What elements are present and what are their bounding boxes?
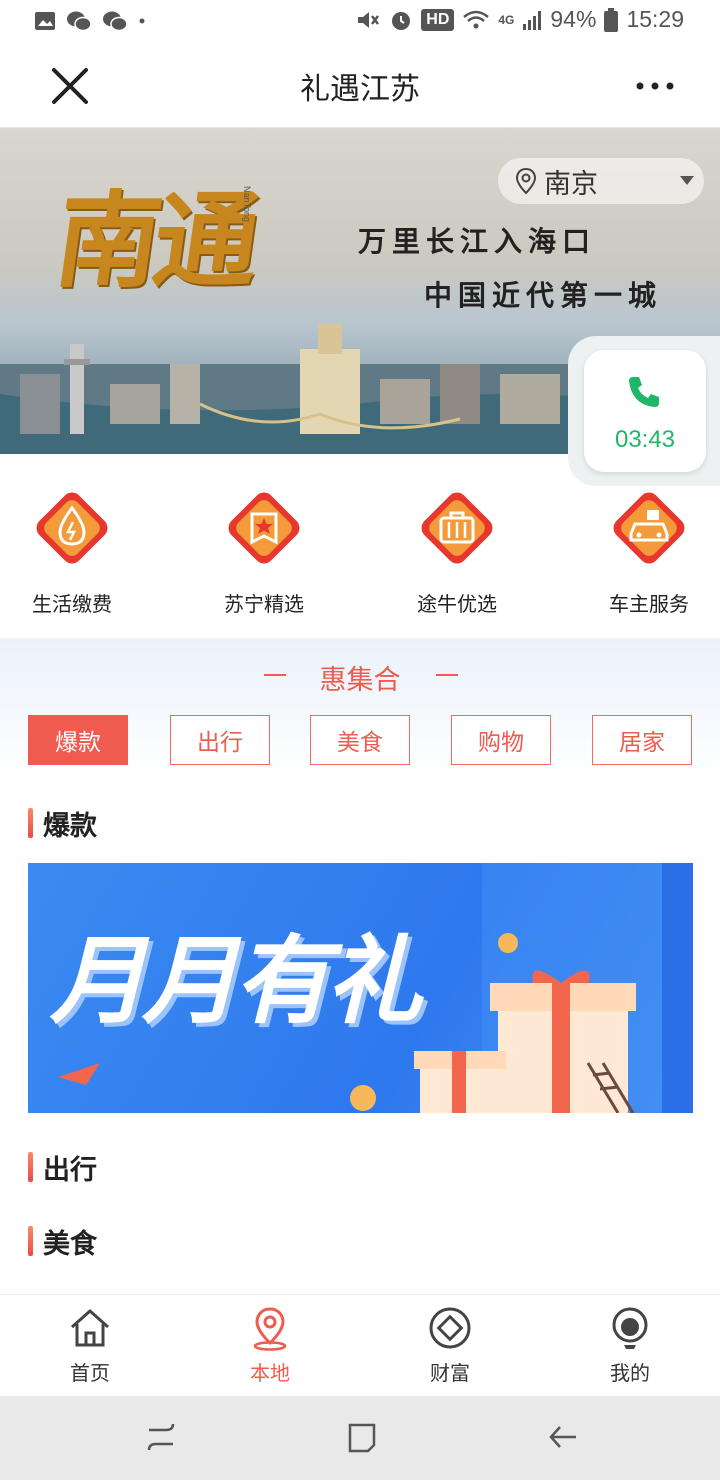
quick-label: 苏宁精选 (224, 592, 304, 616)
app-page: HD 4G 94% 15:29 礼遇江苏 南通 NanTong 万里长江入海口 … (0, 0, 720, 1480)
quick-item-utilities[interactable]: 生活缴费 (2, 480, 142, 617)
deals-title: 惠集合 (319, 665, 401, 696)
location-pin-icon (515, 167, 537, 195)
image-icon (35, 12, 55, 30)
section-title: 爆款 (43, 810, 97, 842)
quick-label: 车主服务 (609, 592, 689, 616)
section-header-hot: 爆款 (28, 806, 97, 842)
recent-apps-icon[interactable] (144, 1420, 178, 1454)
signal-icon (523, 10, 542, 30)
star-badge-icon (228, 492, 300, 564)
bottom-navigation: 首页 本地 财富 我的 (0, 1294, 720, 1396)
tab-travel[interactable]: 出行 (170, 715, 270, 765)
status-right: HD 4G 94% 15:29 (355, 6, 684, 33)
battery-icon (604, 7, 619, 32)
nav-label: 我的 (610, 1361, 650, 1385)
title-dash-right (436, 674, 458, 676)
clock: 15:29 (626, 6, 684, 32)
dot-icon (139, 18, 145, 24)
quick-services: 生活缴费 苏宁精选 途牛优选 车主服务 (0, 472, 720, 632)
back-icon[interactable] (546, 1420, 580, 1454)
section-accent-bar (28, 808, 33, 838)
quick-item-car-service[interactable]: 车主服务 (579, 480, 719, 617)
phone-icon (629, 377, 659, 407)
section-header-food: 美食 (28, 1224, 97, 1260)
home-icon (71, 1309, 109, 1347)
nav-label: 本地 (250, 1361, 290, 1385)
deals-section: 惠集合 爆款 出行 美食 购物 居家 爆款 月月有礼 出行 美食 (0, 638, 720, 1294)
network-label: 4G (498, 12, 515, 27)
tab-home[interactable]: 居家 (592, 715, 692, 765)
wifi-icon (463, 10, 490, 28)
location-selector[interactable]: 南京 (498, 158, 704, 204)
nav-profile[interactable]: 我的 (570, 1305, 690, 1386)
section-header-travel: 出行 (28, 1150, 97, 1186)
title-bar: 礼遇江苏 (0, 42, 720, 128)
call-float-panel[interactable]: 03:43 (568, 336, 720, 486)
wealth-icon (429, 1307, 471, 1349)
banner-city-name: 南通 (48, 179, 262, 302)
car-icon (613, 492, 685, 564)
banner-city-english: NanTong (242, 186, 252, 223)
quick-item-suning[interactable]: 苏宁精选 (194, 480, 334, 617)
mute-icon (358, 11, 380, 28)
home-button-icon[interactable] (345, 1420, 379, 1454)
chevron-down-icon (680, 176, 694, 185)
tab-food[interactable]: 美食 (310, 715, 410, 765)
promo-banner[interactable]: 月月有礼 (28, 863, 693, 1113)
tab-shopping[interactable]: 购物 (451, 715, 551, 765)
quick-label: 生活缴费 (32, 592, 112, 616)
nav-wealth[interactable]: 财富 (390, 1305, 510, 1386)
nav-label: 首页 (70, 1361, 110, 1385)
alarm-icon (392, 11, 411, 30)
page-title: 礼遇江苏 (300, 72, 420, 107)
quick-label: 途牛优选 (417, 592, 497, 616)
promo-title: 月月有礼 (50, 925, 422, 1037)
banner-slogan-line1: 万里长江入海口 (358, 225, 597, 258)
more-menu-button[interactable] (630, 68, 680, 104)
section-accent-bar (28, 1152, 33, 1182)
section-title: 美食 (43, 1228, 97, 1260)
system-navigation-bar (0, 1396, 720, 1480)
nav-local[interactable]: 本地 (210, 1305, 330, 1386)
wechat-icon (67, 11, 92, 32)
nav-home[interactable]: 首页 (30, 1305, 150, 1386)
section-accent-bar (28, 1226, 33, 1256)
wechat-icon-2 (103, 11, 128, 32)
hd-badge: HD (421, 8, 455, 31)
banner-slogan-line2: 中国近代第一城 (424, 279, 663, 312)
quick-item-tuniu[interactable]: 途牛优选 (387, 480, 527, 617)
nav-label: 财富 (430, 1361, 470, 1385)
drop-icon (36, 492, 108, 564)
location-label: 南京 (544, 168, 598, 200)
call-duration: 03:43 (614, 426, 676, 453)
suitcase-icon (421, 492, 493, 564)
battery-percent: 94% (550, 6, 597, 32)
call-button[interactable]: 03:43 (584, 350, 706, 472)
status-bar: HD 4G 94% 15:29 (0, 0, 720, 42)
section-title: 出行 (43, 1154, 97, 1186)
location-pin-icon (253, 1307, 287, 1351)
profile-icon (612, 1307, 648, 1349)
notification-icons (34, 10, 146, 32)
tab-hot[interactable]: 爆款 (28, 715, 128, 765)
